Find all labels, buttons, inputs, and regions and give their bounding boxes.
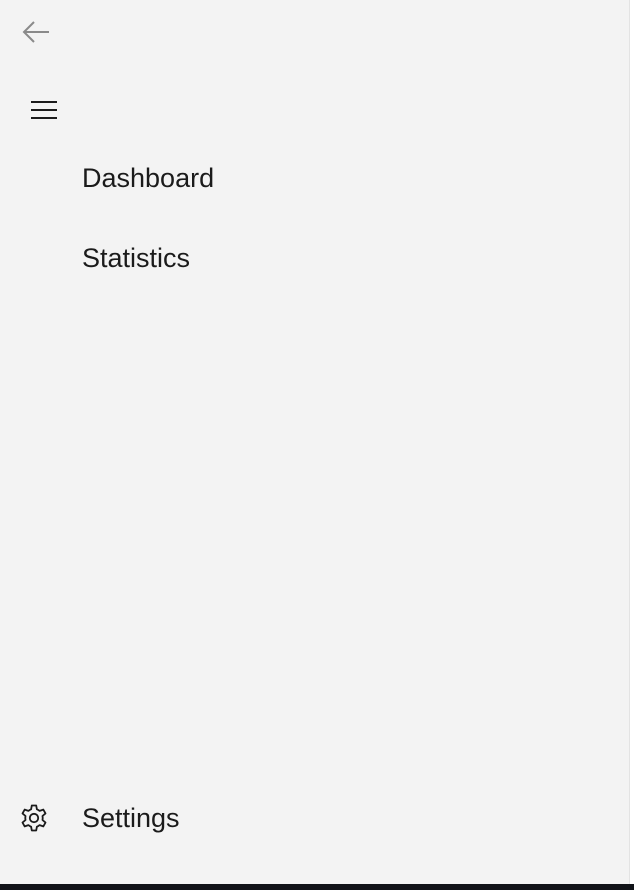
nav-item-label: Statistics [82,242,191,273]
nav-item-label: Settings [82,802,180,833]
menu-toggle-button[interactable] [22,90,66,130]
taskbar-strip [0,884,634,890]
settings-icon-slot [18,802,50,834]
nav-item-label: Dashboard [82,162,215,193]
window-edge [629,0,634,884]
navigation-pane: Dashboard Statistics Settings [0,0,629,884]
nav-item-settings[interactable]: Settings [0,790,629,846]
nav-item-dashboard[interactable]: Dashboard [0,150,629,206]
back-button[interactable] [14,12,58,52]
nav-item-statistics[interactable]: Statistics [0,230,629,286]
hamburger-menu-icon [31,101,57,119]
gear-icon [21,804,47,832]
arrow-left-icon [22,21,49,43]
